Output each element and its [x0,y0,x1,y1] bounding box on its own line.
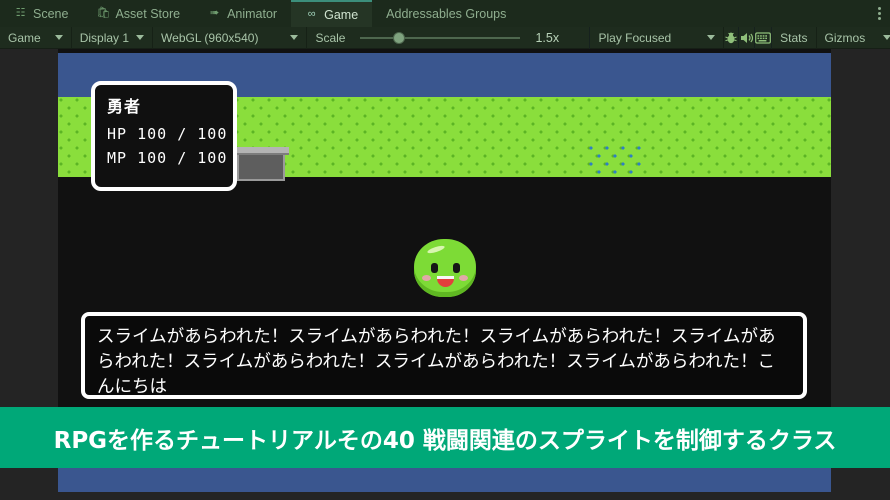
editor-tab-bar: ☷ Scene 🛍 Asset Store ➠ Animator ∞ Game … [0,0,890,27]
unity-editor-window: ☷ Scene 🛍 Asset Store ➠ Animator ∞ Game … [0,0,890,500]
chevron-down-icon [136,35,145,40]
tab-scene-label: Scene [33,6,69,21]
stats-button[interactable]: Stats [772,26,817,49]
speaker-icon[interactable] [739,26,756,49]
animator-icon: ➠ [209,7,220,19]
water-tiles [588,145,644,175]
title-banner: RPGを作るチュートリアルその40 戦闘関連のスプライトを制御するクラス [0,407,890,468]
chevron-down-icon [54,35,63,40]
gizmos-button[interactable]: Gizmos [817,27,890,49]
display-dropdown[interactable]: Display 1 [72,26,154,49]
aspect-ratio-label: Game [8,30,41,45]
display-label: Display 1 [79,30,130,45]
chevron-down-icon [707,35,716,40]
slime-cheek-left [422,275,431,281]
aspect-ratio-dropdown[interactable]: Game [0,26,72,49]
chevron-down-icon [290,35,299,40]
shopping-bag-icon: 🛍 [96,7,111,19]
tab-animator-label: Animator [227,6,278,21]
building-wall [237,153,285,181]
player-status-window: 勇者 HP 100 / 100 MP 100 / 100 [91,81,237,191]
play-mode-dropdown[interactable]: Play Focused [589,26,725,49]
player-mp: MP 100 / 100 [107,149,228,167]
tab-animator[interactable]: ➠ Animator [194,0,291,27]
scale-value: 1.5x [535,30,560,45]
bottom-blue-band [58,468,831,492]
slime-eye-right [453,263,460,273]
tab-bar-spacer [520,0,868,27]
slime-body [414,239,476,297]
banner-title: RPGを作るチュートリアルその40 戦闘関連のスプライトを制御するクラス [53,427,837,454]
dialogue-box[interactable]: スライムがあらわれた！スライムがあらわれた！スライムがあらわれた！スライムがあら… [81,312,807,399]
play-mode-label: Play Focused [598,30,672,45]
more-options-icon[interactable] [868,0,890,27]
resolution-dropdown[interactable]: WebGL (960x540) [153,26,308,49]
chevron-down-icon [883,35,890,40]
gamepad-icon: ∞ [307,8,316,20]
tab-game-label: Game [324,7,359,22]
scale-slider-handle[interactable] [393,31,406,44]
stats-label: Stats [780,30,808,45]
slime-eye-left [431,263,438,273]
scale-label: Scale [315,30,346,45]
building-roof [233,147,289,155]
building-sprite [233,147,289,181]
scale-slider-group[interactable]: Scale 1.5x [307,27,573,49]
scale-slider[interactable] [360,31,521,44]
slime-cheek-right [459,275,468,281]
game-view-toolbar: Game Display 1 WebGL (960x540) Scale 1.5… [0,26,890,49]
grid-icon: ☷ [15,7,26,19]
keyboard-icon[interactable] [755,26,773,49]
gizmos-label: Gizmos [824,30,866,45]
resolution-label: WebGL (960x540) [161,30,259,45]
bug-icon[interactable] [724,26,740,49]
tab-scene[interactable]: ☷ Scene [0,0,82,27]
slime-sprite [414,239,476,299]
tab-asset-store-label: Asset Store [115,6,181,21]
tab-addressables-groups[interactable]: Addressables Groups [372,0,520,27]
tab-asset-store[interactable]: 🛍 Asset Store [82,0,194,27]
tab-game[interactable]: ∞ Game [291,0,373,27]
player-hp: HP 100 / 100 [107,125,228,143]
player-name: 勇者 [107,97,142,116]
tab-addressables-groups-label: Addressables Groups [386,6,507,21]
